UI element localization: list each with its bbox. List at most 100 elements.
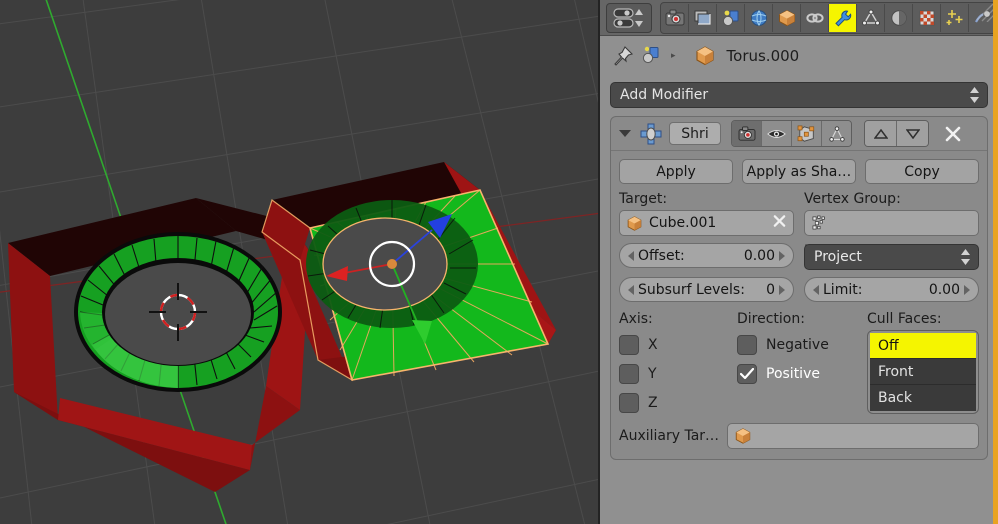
tab-scene[interactable] — [745, 3, 773, 32]
3d-viewport[interactable] — [0, 0, 598, 524]
cull-faces-option-back[interactable]: Back — [870, 385, 976, 411]
close-modifier-button[interactable] — [943, 124, 963, 144]
subsurf-levels-field[interactable]: Subsurf Levels: 0 — [619, 277, 794, 302]
area-corner-grip[interactable] — [973, 0, 995, 22]
target-value: Cube.001 — [649, 215, 717, 231]
add-modifier-label: Add Modifier — [620, 87, 709, 103]
axis-z-label: Z — [648, 394, 658, 411]
toggle-realtime-icon[interactable] — [762, 121, 792, 146]
axis-y-checkbox[interactable] — [619, 363, 639, 384]
object-name: Torus.000 — [726, 47, 800, 65]
target-vertexgroup-row: Target: Cube.001 Vertex Group: — [619, 191, 979, 236]
direction-positive-label: Positive — [766, 365, 820, 382]
toggle-render-icon[interactable] — [732, 121, 762, 146]
cube-icon — [778, 9, 795, 26]
tab-texture[interactable] — [913, 3, 941, 32]
toggle-editmode-icon[interactable] — [792, 121, 822, 146]
viewport-canvas — [0, 0, 598, 524]
axis-x-row[interactable]: X — [619, 330, 729, 359]
object-data-icon[interactable] — [641, 45, 663, 67]
arrow-up-icon — [873, 128, 888, 139]
limit-field[interactable]: Limit: 0.00 — [804, 277, 979, 302]
axis-direction-cull-section: Axis: X Y Z Direction: Negative Positive… — [619, 311, 979, 417]
images-icon — [722, 10, 738, 26]
editor-type-icon — [613, 7, 643, 28]
direction-positive-checkbox[interactable] — [737, 363, 757, 384]
increment-icon[interactable] — [779, 284, 785, 295]
move-up-button[interactable] — [865, 121, 897, 146]
axis-x-label: X — [648, 336, 658, 353]
decrement-icon[interactable] — [813, 284, 819, 295]
tab-particles[interactable] — [941, 3, 969, 32]
tab-view-layer[interactable] — [717, 3, 745, 32]
cull-faces-label: Cull Faces: — [867, 311, 942, 327]
axis-y-row[interactable]: Y — [619, 359, 729, 388]
decrement-icon[interactable] — [628, 284, 634, 295]
tab-object[interactable] — [773, 3, 801, 32]
increment-icon[interactable] — [964, 284, 970, 295]
camera-icon — [665, 9, 684, 25]
collapse-triangle-icon[interactable] — [619, 130, 631, 137]
tab-data[interactable] — [857, 3, 885, 32]
editor-type-selector[interactable] — [606, 2, 652, 33]
breadcrumb: ▸ Torus.000 — [600, 36, 998, 76]
axis-y-label: Y — [648, 365, 657, 382]
direction-positive-row[interactable]: Positive — [737, 359, 859, 388]
cull-faces-option-off[interactable]: Off — [870, 333, 976, 359]
subsurf-levels-label: Subsurf Levels: — [638, 281, 745, 298]
triangle-mesh-icon — [861, 9, 880, 25]
tab-constraints[interactable] — [801, 3, 829, 32]
decrement-icon[interactable] — [628, 250, 634, 261]
limit-value: 0.00 — [928, 281, 960, 298]
wrench-icon — [834, 10, 851, 27]
vertex-group-label: Vertex Group: — [804, 191, 901, 207]
cull-faces-option-front[interactable]: Front — [870, 359, 976, 385]
move-down-button[interactable] — [897, 121, 928, 146]
target-label: Target: — [619, 191, 668, 207]
cube-icon — [627, 215, 642, 231]
chain-link-icon — [805, 12, 824, 23]
increment-icon[interactable] — [779, 250, 785, 261]
printer-icon — [694, 10, 711, 25]
clear-target-button[interactable] — [772, 214, 787, 233]
add-modifier-dropdown[interactable]: Add Modifier — [610, 82, 988, 108]
axis-z-row[interactable]: Z — [619, 388, 729, 417]
limit-label: Limit: — [823, 281, 863, 298]
eye-icon — [767, 129, 786, 138]
toggle-on-cage-icon[interactable] — [822, 121, 851, 146]
target-field[interactable]: Cube.001 — [619, 210, 794, 236]
mode-value: Project — [814, 249, 862, 265]
mode-dropdown[interactable]: Project — [804, 244, 979, 270]
axis-x-checkbox[interactable] — [619, 334, 639, 355]
close-x-icon — [945, 126, 961, 141]
auxiliary-target-label: Auxiliary Tar… — [619, 428, 720, 444]
tab-output[interactable] — [689, 3, 717, 32]
checkmark-icon — [740, 367, 754, 379]
copy-button[interactable]: Copy — [865, 159, 979, 184]
axis-z-checkbox[interactable] — [619, 392, 639, 413]
direction-negative-checkbox[interactable] — [737, 334, 757, 355]
editor-edge-highlight — [993, 0, 998, 524]
direction-label: Direction: — [737, 311, 805, 327]
sphere-icon — [890, 9, 907, 26]
direction-negative-row[interactable]: Negative — [737, 330, 859, 359]
tab-render[interactable] — [661, 3, 689, 32]
cube-icon — [695, 46, 714, 66]
tab-material[interactable] — [885, 3, 913, 32]
sparkles-icon — [946, 9, 962, 25]
cull-faces-option-list: Off Front Back — [867, 330, 979, 414]
tab-modifiers[interactable] — [829, 3, 857, 32]
modifier-display-toggles — [731, 120, 852, 147]
arrow-down-icon — [905, 128, 920, 139]
breadcrumb-separator: ▸ — [671, 51, 676, 61]
edit-mode-icon — [797, 125, 814, 142]
properties-tab-strip — [600, 0, 998, 36]
auxiliary-target-field[interactable] — [727, 423, 979, 449]
apply-button[interactable]: Apply — [619, 159, 733, 184]
modifier-name-field[interactable]: Shri — [669, 122, 721, 145]
axis-label: Axis: — [619, 311, 653, 327]
modifier-header: Shri — [611, 117, 987, 151]
apply-as-shape-key-button[interactable]: Apply as Sha… — [742, 159, 856, 184]
pin-icon[interactable] — [612, 45, 634, 67]
vertex-group-field[interactable] — [804, 210, 979, 236]
